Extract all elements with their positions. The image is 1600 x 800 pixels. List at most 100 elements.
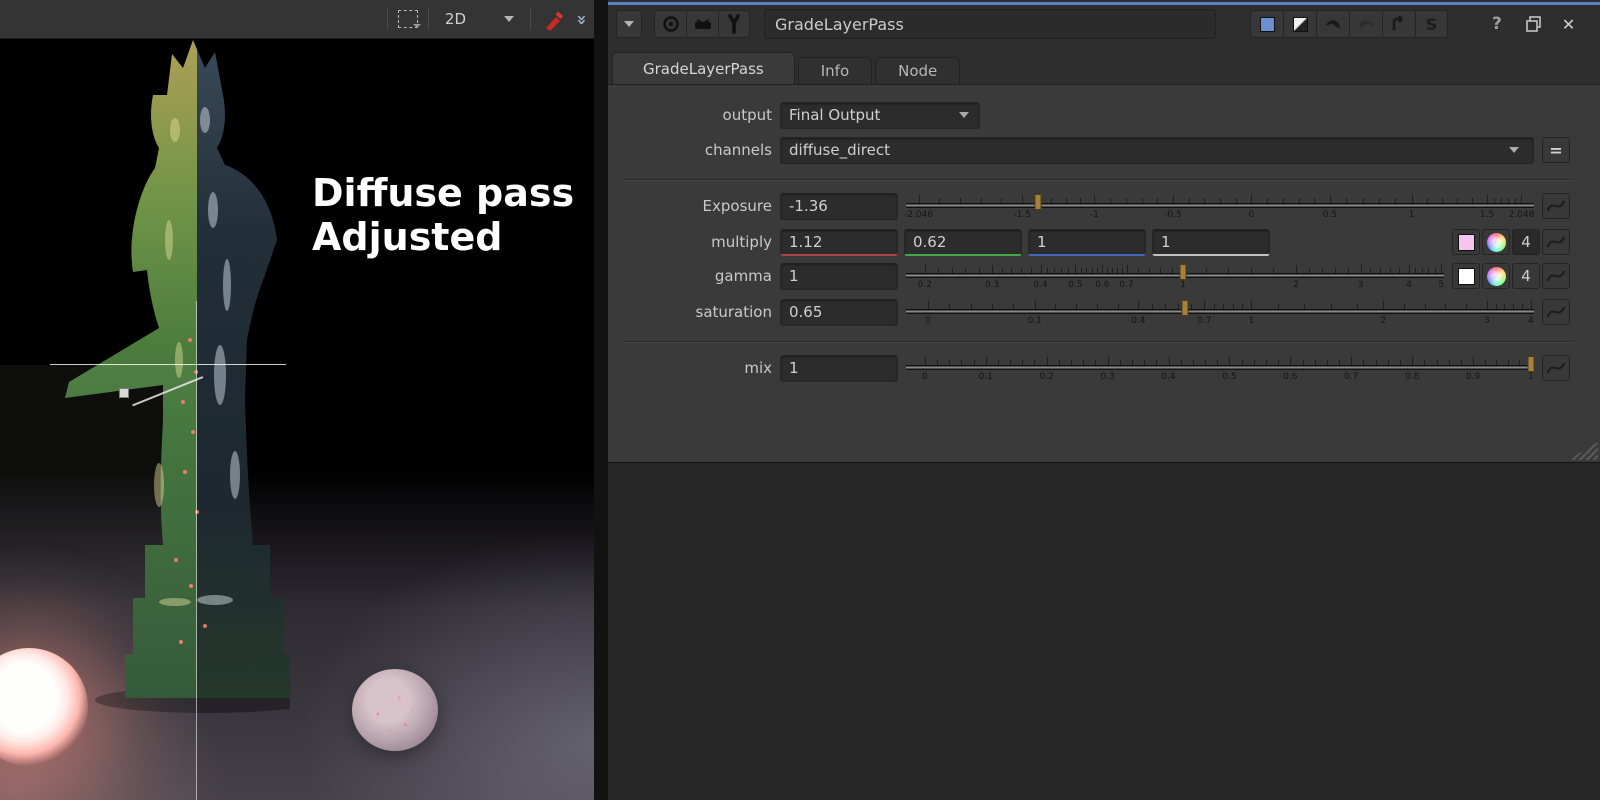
pane-divider[interactable]	[594, 0, 608, 800]
script-button[interactable]: S	[1415, 10, 1448, 38]
slider-track[interactable]	[906, 203, 1534, 208]
slider-tick	[1290, 357, 1292, 365]
node-name-field[interactable]: GradeLayerPass	[764, 9, 1216, 39]
slider-tick	[1356, 304, 1358, 309]
split-layout-button[interactable]	[1283, 10, 1316, 38]
slider-tick	[1141, 198, 1143, 203]
wipe-crosshair-vertical[interactable]	[196, 301, 197, 800]
help-button[interactable]: ?	[1492, 14, 1502, 34]
saturation-label: saturation	[695, 303, 773, 321]
slider-tick-label: 4	[1406, 280, 1412, 290]
multiply-green-field[interactable]: 0.62	[904, 228, 1022, 256]
tab-node[interactable]: Node	[875, 57, 961, 84]
slider-tick	[1507, 198, 1509, 203]
mix-slider[interactable]: 0 0.1 0.2 0.3 0.4 0.5 0.6 0.7 0.8 0.9 1	[906, 352, 1535, 384]
exposure-field[interactable]: -1.36	[780, 192, 898, 220]
slider-tick-label: 1	[1527, 372, 1534, 382]
slider-tick	[1473, 357, 1475, 365]
saturation-curve-button[interactable]	[1542, 299, 1570, 325]
slider-tick	[1119, 360, 1121, 365]
multiply-color-picker[interactable]	[1482, 229, 1510, 255]
slider-tick-label: 1.5	[1479, 210, 1495, 220]
slider-tick	[1282, 198, 1284, 203]
multiply-curve-button[interactable]	[1542, 229, 1570, 255]
slider-handle[interactable]	[1527, 356, 1535, 372]
slider-tick	[1021, 268, 1023, 273]
settings-button[interactable]	[718, 10, 750, 38]
multiply-color-swatch[interactable]	[1452, 229, 1480, 255]
slider-tick-label: 0.4	[1131, 316, 1146, 326]
slider-tick	[1521, 195, 1523, 203]
output-dropdown[interactable]: Final Output	[780, 101, 980, 129]
center-node-button[interactable]	[654, 10, 686, 38]
gamma-channel-count-button[interactable]: 4	[1512, 263, 1540, 289]
panel-color-button[interactable]	[1250, 10, 1283, 38]
multiply-blue-field[interactable]: 1	[1028, 228, 1146, 256]
slider-tick	[1522, 304, 1524, 309]
slider-track[interactable]	[906, 365, 1534, 370]
collapse-chevrons-icon[interactable]: »	[572, 15, 592, 24]
slider-tick	[978, 268, 980, 273]
multiply-alpha-field[interactable]: 1	[1152, 228, 1270, 256]
slider-track[interactable]	[906, 273, 1444, 278]
mix-curve-button[interactable]	[1542, 355, 1570, 381]
saturation-field[interactable]: 0.65	[780, 298, 898, 326]
channels-dropdown[interactable]: diffuse_direct	[780, 136, 1534, 164]
slider-tick	[1191, 304, 1193, 309]
tab-gradelayerpass[interactable]: GradeLayerPass	[612, 52, 795, 84]
gamma-slider[interactable]: 0.2 0.3 0.4 0.5 0.6 0.7 1 2 3 4 5	[906, 260, 1444, 292]
slider-tick	[1083, 360, 1085, 365]
slider-tick	[1456, 198, 1458, 203]
slider-tick-label: 3	[1484, 316, 1490, 326]
slider-tick-label: 0.4	[1161, 372, 1176, 382]
slider-handle[interactable]	[1181, 300, 1189, 316]
wipe-crosshair-horizontal[interactable]	[50, 364, 286, 365]
undo-icon	[1326, 20, 1340, 29]
multiply-channel-count-button[interactable]: 4	[1512, 229, 1540, 255]
slider-tick	[1054, 268, 1056, 273]
mix-field[interactable]: 1	[780, 354, 898, 382]
slider-tick	[1484, 360, 1486, 365]
view-mode-dropdown[interactable]: 2D	[439, 10, 520, 28]
gamma-field[interactable]: 1	[780, 262, 898, 290]
circle-dot-icon	[662, 16, 679, 32]
slider-tick	[1172, 195, 1174, 203]
multiply-red-field[interactable]: 1.12	[780, 228, 898, 256]
undo-button[interactable]	[1316, 10, 1349, 38]
float-panel-icon[interactable]	[1526, 16, 1542, 32]
node-menu-button[interactable]	[616, 10, 642, 38]
saturation-slider[interactable]: 0 0.1 0.4 0.7 1 2 3 4	[906, 296, 1534, 328]
slider-tick	[985, 357, 987, 365]
slider-handle[interactable]	[1034, 194, 1042, 210]
redo-button[interactable]	[1349, 10, 1382, 38]
gamma-curve-button[interactable]	[1542, 263, 1570, 289]
viewer-image[interactable]: Diffuse pass Adjusted	[0, 39, 594, 800]
slider-tick	[973, 360, 975, 365]
slider-track[interactable]	[906, 309, 1534, 314]
roi-icon[interactable]	[397, 10, 421, 28]
slider-tick	[1051, 198, 1053, 203]
revert-button[interactable]	[1382, 10, 1415, 38]
slider-tick	[1500, 198, 1502, 203]
slider-handle[interactable]	[1179, 264, 1187, 280]
split-square-icon	[1292, 16, 1308, 32]
slider-tick	[1229, 357, 1231, 365]
eyedropper-icon[interactable]	[541, 6, 567, 32]
postage-stamp-button[interactable]	[686, 10, 718, 38]
slider-tick	[1314, 360, 1316, 365]
slider-tick	[1304, 304, 1306, 309]
toolbar-separator	[530, 8, 532, 30]
slider-tick	[1530, 301, 1532, 309]
exposure-label: Exposure	[702, 197, 772, 215]
slider-tick	[1213, 304, 1215, 309]
slider-tick	[1058, 360, 1060, 365]
toolbar-separator	[427, 8, 429, 30]
gamma-color-picker[interactable]	[1482, 263, 1510, 289]
exposure-slider[interactable]: -2.046 -1.5 -1 -0.5 0 0.5 1 1.5 2.048	[904, 190, 1534, 222]
close-icon[interactable]: ✕	[1562, 15, 1575, 34]
tab-info[interactable]: Info	[797, 57, 873, 84]
gamma-color-swatch[interactable]	[1452, 263, 1480, 289]
wipe-handle[interactable]	[119, 388, 129, 398]
channel-equals-button[interactable]: =	[1542, 137, 1570, 163]
exposure-curve-button[interactable]	[1542, 193, 1570, 219]
